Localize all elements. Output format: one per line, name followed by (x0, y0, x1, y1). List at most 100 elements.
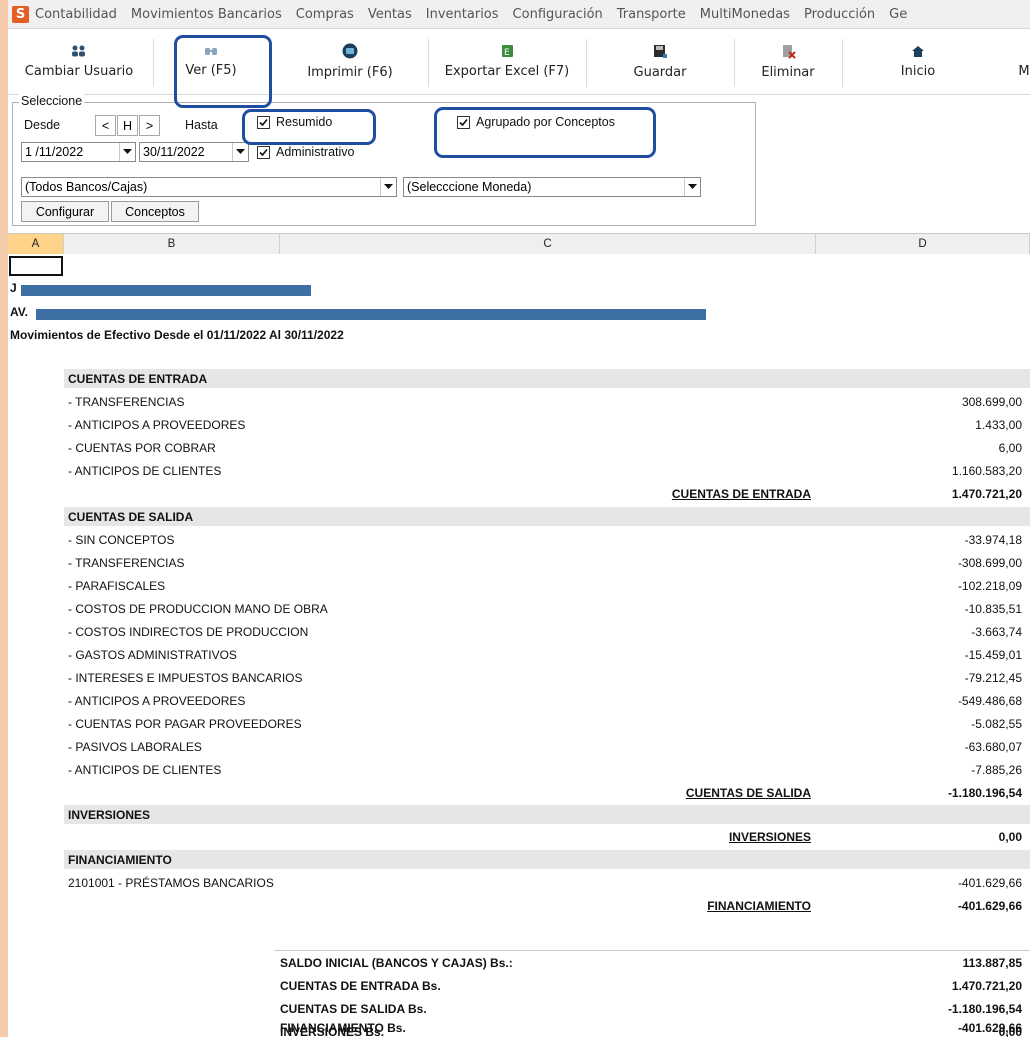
imprimir-button[interactable]: Imprimir (F6) (276, 29, 424, 94)
salida-row-label: - PARAFISCALES (68, 579, 166, 593)
redaction-bar (36, 309, 706, 320)
menu-movimientos-bancarios[interactable]: Movimientos Bancarios (131, 7, 282, 22)
menu-ventas[interactable]: Ventas (368, 7, 412, 22)
next-button[interactable]: > (139, 115, 160, 136)
salida-row-label: - SIN CONCEPTOS (68, 533, 175, 547)
h-button[interactable]: H (117, 115, 138, 136)
menu-multimonedas[interactable]: MultiMonedas (700, 7, 790, 22)
summary-label: CUENTAS DE ENTRADA Bs. (280, 979, 441, 993)
salida-row-value: -15.459,01 (964, 648, 1022, 662)
toolbar: Cambiar Usuario Ver (F5) Imprimir (F6) E… (8, 29, 1030, 95)
conceptos-button[interactable]: Conceptos (111, 201, 199, 222)
salida-row-value: -102.218,09 (957, 579, 1022, 593)
menu-configuracion[interactable]: Configuración (513, 7, 603, 22)
dropdown-arrow-icon[interactable] (380, 178, 396, 196)
inicio-button[interactable]: Inicio (848, 29, 988, 94)
menu-ge[interactable]: Ge (889, 7, 907, 22)
salida-row-value: -63.680,07 (964, 740, 1022, 754)
summary-divider (274, 950, 1030, 951)
entrada-row-value: 1.433,00 (975, 418, 1022, 432)
menu-transporte[interactable]: Transporte (617, 7, 686, 22)
prev-button[interactable]: < (95, 115, 116, 136)
section-header-row (64, 369, 1030, 388)
administrativo-checkbox[interactable]: Administrativo (257, 145, 355, 159)
checkbox-checked-icon (257, 145, 270, 159)
dropdown-arrow-icon[interactable] (119, 143, 135, 161)
date-to-picker[interactable]: 30/11/2022 (139, 142, 249, 162)
section-header-row (64, 805, 1030, 824)
exportar-excel-label: Exportar Excel (F7) (444, 64, 570, 79)
more-toolbar-button[interactable]: M (1014, 29, 1030, 94)
menu-bar: S Contabilidad Movimientos Bancarios Com… (8, 0, 1030, 29)
entrada-row-value: 6,00 (998, 441, 1022, 455)
more-toolbar-label: M (1018, 63, 1030, 79)
financiamiento-row-value: -401.629,66 (957, 876, 1022, 890)
save-icon (654, 44, 667, 58)
date-from-value: 1 /11/2022 (25, 145, 84, 159)
salida-row-label: - INTERESES E IMPUESTOS BANCARIOS (68, 671, 303, 685)
section-header-row (64, 850, 1030, 869)
salida-row-value: -308.699,00 (957, 556, 1022, 570)
column-d-header[interactable]: D (816, 234, 1030, 254)
guardar-button[interactable]: Guardar (590, 29, 730, 94)
moneda-select[interactable]: (Selecccione Moneda) (403, 177, 701, 197)
excel-icon: E (501, 45, 513, 58)
agrupado-checkbox[interactable]: Agrupado por Conceptos (457, 115, 615, 129)
section-header-row (64, 507, 1030, 526)
address-prefix: AV. (10, 305, 29, 319)
entrada-row-label: - TRANSFERENCIAS (68, 395, 185, 409)
groupbox-legend: Seleccione (19, 94, 85, 108)
app-logo-icon: S (12, 5, 29, 23)
salida-row-value: -10.835,51 (964, 602, 1022, 616)
hasta-label: Hasta (185, 118, 218, 132)
ver-button[interactable]: Ver (F5) (156, 29, 266, 94)
financiamiento-row-label: 2101001 - PRÉSTAMOS BANCARIOS (68, 876, 274, 890)
summary-value: 113.887,85 (962, 956, 1022, 970)
date-from-picker[interactable]: 1 /11/2022 (21, 142, 136, 162)
agrupado-label: Agrupado por Conceptos (476, 115, 615, 129)
summary-label: SALDO INICIAL (BANCOS Y CAJAS) Bs.: (280, 956, 513, 970)
menu-contabilidad[interactable]: Contabilidad (35, 7, 117, 22)
guardar-label: Guardar (633, 64, 687, 80)
desde-label: Desde (24, 118, 61, 132)
resumido-label: Resumido (276, 115, 333, 129)
menu-inventarios[interactable]: Inventarios (426, 7, 499, 22)
column-a-header[interactable]: A (8, 234, 64, 254)
entrada-row-label: - ANTICIPOS A PROVEEDORES (68, 418, 246, 432)
exportar-excel-button[interactable]: E Exportar Excel (F7) (432, 29, 582, 94)
salida-row-label: - ANTICIPOS DE CLIENTES (68, 763, 222, 777)
company-id-prefix: J (10, 281, 17, 295)
entrada-row-label: - CUENTAS POR COBRAR (68, 441, 216, 455)
salida-row-label: - PASIVOS LABORALES (68, 740, 202, 754)
cambiar-usuario-button[interactable]: Cambiar Usuario (8, 29, 150, 94)
inversiones-total-value: 0,00 (998, 830, 1022, 844)
report-title: Movimientos de Efectivo Desde el 01/11/2… (10, 328, 344, 342)
bancos-select[interactable]: (Todos Bancos/Cajas) (21, 177, 397, 197)
report-sheet: J AV. Movimientos de Efectivo Desde el 0… (8, 254, 1030, 1037)
menu-produccion[interactable]: Producción (804, 7, 875, 22)
entrada-header: CUENTAS DE ENTRADA (68, 372, 208, 386)
app-window: S Contabilidad Movimientos Bancarios Com… (8, 0, 1030, 1037)
dropdown-arrow-icon[interactable] (684, 178, 700, 196)
entrada-total-value: 1.470.721,20 (951, 487, 1022, 501)
spreadsheet-column-header: A B C D (8, 233, 1030, 255)
selected-cell[interactable] (9, 256, 63, 276)
summary-value: -1.180.196,54 (947, 1002, 1022, 1016)
financiamiento-total-label: FINANCIAMIENTO (707, 899, 811, 913)
configurar-button[interactable]: Configurar (21, 201, 109, 222)
dropdown-arrow-icon[interactable] (232, 143, 248, 161)
column-c-header[interactable]: C (280, 234, 816, 254)
delete-icon (782, 44, 796, 59)
salida-row-value: -3.663,74 (971, 625, 1022, 639)
column-b-header[interactable]: B (64, 234, 280, 254)
checkbox-checked-icon (457, 115, 470, 129)
menu-compras[interactable]: Compras (296, 7, 354, 22)
salida-row-value: -549.486,68 (957, 694, 1022, 708)
summary-value: -401.629,66 (957, 1021, 1022, 1035)
salida-header: CUENTAS DE SALIDA (68, 510, 194, 524)
eliminar-button[interactable]: Eliminar (738, 29, 838, 94)
resumido-checkbox[interactable]: Resumido (257, 115, 332, 129)
date-to-value: 30/11/2022 (143, 145, 205, 159)
salida-row-label: - TRANSFERENCIAS (68, 556, 185, 570)
svg-text:E: E (504, 48, 510, 58)
